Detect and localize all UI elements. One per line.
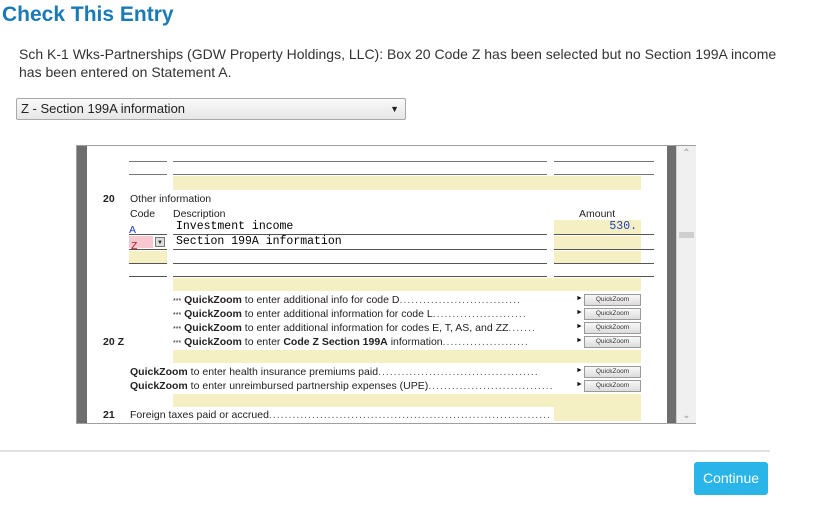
scroll-up-icon[interactable]: ⌃	[677, 148, 696, 159]
line-20-label: Other information	[130, 193, 212, 205]
quickzoom-line-upe: QuickZoom to enter unreimbursed partners…	[130, 380, 554, 392]
scroll-thumb[interactable]	[679, 232, 694, 238]
chevron-down-icon: ▼	[390, 104, 399, 114]
quickzoom-line-code-z: *** QuickZoom to enter Code Z Section 19…	[173, 336, 529, 348]
code-select[interactable]: Z - Section 199A information ▼	[16, 98, 406, 120]
quickzoom-button-code-d[interactable]: QuickZoom	[584, 294, 641, 306]
description-field-row-a[interactable]: Investment income	[176, 220, 293, 233]
amount-field-row-z[interactable]	[554, 236, 641, 249]
line-20z-label: 20 Z	[103, 336, 125, 348]
quickzoom-line-health-insurance: QuickZoom to enter health insurance prem…	[130, 366, 539, 378]
quickzoom-button-code-l[interactable]: QuickZoom	[584, 308, 641, 320]
code-field-row-a[interactable]: A	[129, 220, 167, 236]
error-message: Sch K-1 Wks-Partnerships (GDW Property H…	[19, 46, 777, 80]
quickzoom-line-code-l: *** QuickZoom to enter additional inform…	[173, 308, 527, 320]
form-viewport: 20 Other information Code Description Am…	[76, 145, 696, 424]
line-21-label: Foreign taxes paid or accrued...........…	[130, 409, 550, 421]
line-20-number: 20	[103, 193, 115, 205]
col-code-header: Code	[130, 208, 156, 220]
amount-field-row-a[interactable]: 530.	[554, 220, 641, 234]
quickzoom-button-health-insurance[interactable]: QuickZoom	[584, 366, 641, 378]
description-field-row-z[interactable]: Section 199A information	[176, 235, 342, 248]
quickzoom-line-codes-e-t-as-zz: *** QuickZoom to enter additional inform…	[173, 322, 536, 334]
quickzoom-button-codes-e-t-as-zz[interactable]: QuickZoom	[584, 322, 641, 334]
left-margin-strip	[77, 146, 87, 423]
foreign-taxes-field[interactable]	[554, 407, 641, 421]
col-amount-header: Amount	[579, 208, 616, 220]
code-select-value: Z - Section 199A information	[21, 101, 186, 116]
dialog-title: Check This Entry	[2, 3, 174, 26]
code-dropdown-icon[interactable]: ▼	[155, 237, 165, 247]
quickzoom-button-code-z[interactable]: QuickZoom	[584, 336, 641, 348]
scroll-down-icon[interactable]: ⌄	[677, 410, 696, 421]
line-21-number: 21	[103, 409, 115, 421]
code-field-row-z[interactable]: Z	[129, 236, 153, 252]
footer-divider	[0, 450, 770, 452]
quickzoom-line-code-d: *** QuickZoom to enter additional info f…	[173, 294, 521, 306]
col-description-header: Description	[173, 208, 226, 220]
form-scrollbar[interactable]: ⌃ ⌄	[676, 146, 696, 423]
quickzoom-button-upe[interactable]: QuickZoom	[584, 380, 641, 392]
continue-button[interactable]: Continue	[694, 462, 768, 495]
